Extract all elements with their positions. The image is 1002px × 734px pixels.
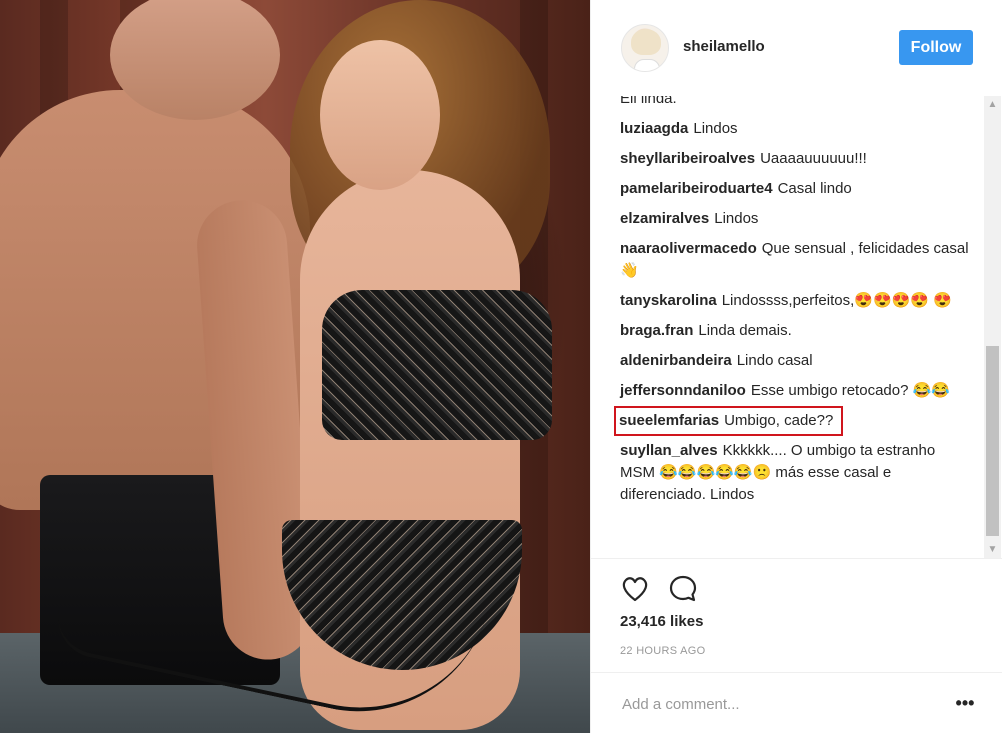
comment-username-link[interactable]: jeffersonndaniloo: [620, 382, 746, 399]
comment-item: jeffersonndaniloo Esse umbigo retocado? 😂…: [620, 380, 970, 402]
comment-text: Lindossss,perfeitos,😍😍😍😍 😍: [721, 292, 952, 309]
comment-item: sheyllaribeiroalves Uaaaauuuuuu!!!: [620, 148, 970, 170]
comment-username-link[interactable]: elzamiralves: [620, 210, 709, 227]
comment-item: pamelaribeiroduarte4 Casal lindo: [620, 178, 970, 200]
comment-text: Linda demais.: [698, 322, 792, 339]
comment-username-link[interactable]: luziaagda: [620, 120, 688, 137]
comment-item: suyllan_alves Kkkkkk.... O umbigo ta estr…: [620, 440, 970, 506]
comment-text: Lindos: [714, 210, 759, 227]
scroll-down-arrow-icon[interactable]: ▼: [984, 541, 1001, 558]
comment-text: Casal lindo: [777, 180, 852, 197]
comment-item: aldenirbandeira Lindo casal: [620, 350, 970, 372]
scrollbar[interactable]: ▲ ▼: [984, 96, 1001, 558]
lace-bra: [322, 290, 552, 440]
action-icons: [619, 573, 699, 605]
avatar[interactable]: [621, 24, 669, 72]
post-timestamp[interactable]: 22 HOURS AGO: [620, 645, 706, 657]
add-comment-input[interactable]: [620, 691, 934, 717]
avatar-top: [634, 59, 660, 71]
comment-username-link[interactable]: sheyllaribeiroalves: [620, 150, 755, 167]
comment-text: Umbigo, cade??: [724, 412, 834, 429]
comment-username-link[interactable]: tanyskarolina: [620, 292, 717, 309]
comment-username-link[interactable]: sueelemfarias: [619, 412, 719, 429]
post-header: sheilamello Follow: [591, 0, 1002, 96]
comment-item: Ell linda.: [620, 96, 970, 110]
comment-item: naaraolivermacedo Que sensual , felicidad…: [620, 238, 970, 282]
scroll-up-arrow-icon[interactable]: ▲: [984, 96, 1001, 113]
comment-item: luziaagda Lindos: [620, 118, 970, 140]
follow-button[interactable]: Follow: [899, 30, 973, 65]
more-options-icon[interactable]: •••: [953, 691, 977, 715]
likes-count[interactable]: 23,416 likes: [620, 613, 703, 630]
avatar-hair: [631, 29, 661, 55]
comment-list: Ell linda. luziaagda Lindos sheyllaribeiroa…: [613, 96, 970, 514]
comment-list-viewport[interactable]: Ell linda. luziaagda Lindos sheyllaribeiroa…: [591, 96, 1002, 558]
username-link[interactable]: sheilamello: [683, 38, 765, 55]
scroll-thumb[interactable]: [986, 346, 999, 536]
comment-text: Lindo casal: [736, 352, 813, 369]
post-actions: 23,416 likes 22 HOURS AGO: [591, 558, 1002, 689]
add-comment-bar: •••: [591, 672, 1002, 734]
comment-text: Ell linda.: [620, 96, 677, 107]
comment-item: braga.fran Linda demais.: [620, 320, 970, 342]
comment-text: Uaaaauuuuuu!!!: [760, 150, 867, 167]
comment-text: Esse umbigo retocado? 😂😂: [750, 382, 950, 399]
highlighted-comment: sueelemfarias Umbigo, cade??: [613, 406, 844, 436]
comment-item: tanyskarolina Lindossss,perfeitos,😍😍😍😍 😍: [620, 290, 970, 312]
comment-username-link[interactable]: pamelaribeiroduarte4: [620, 180, 773, 197]
post-image: [0, 0, 590, 733]
post-sidebar: sheilamello Follow Ell linda. luziaagda Li…: [590, 0, 1002, 733]
comment-username-link[interactable]: suyllan_alves: [620, 442, 718, 459]
woman-head: [320, 40, 440, 190]
comment-text: Lindos: [693, 120, 738, 137]
comment-username-link[interactable]: braga.fran: [620, 322, 693, 339]
comment-bubble-icon[interactable]: [667, 573, 699, 605]
comment-username-link[interactable]: aldenirbandeira: [620, 352, 732, 369]
comment-username-link[interactable]: naaraolivermacedo: [620, 240, 757, 257]
man-head: [110, 0, 280, 120]
comment-item: elzamiralves Lindos: [620, 208, 970, 230]
heart-icon[interactable]: [619, 573, 651, 605]
